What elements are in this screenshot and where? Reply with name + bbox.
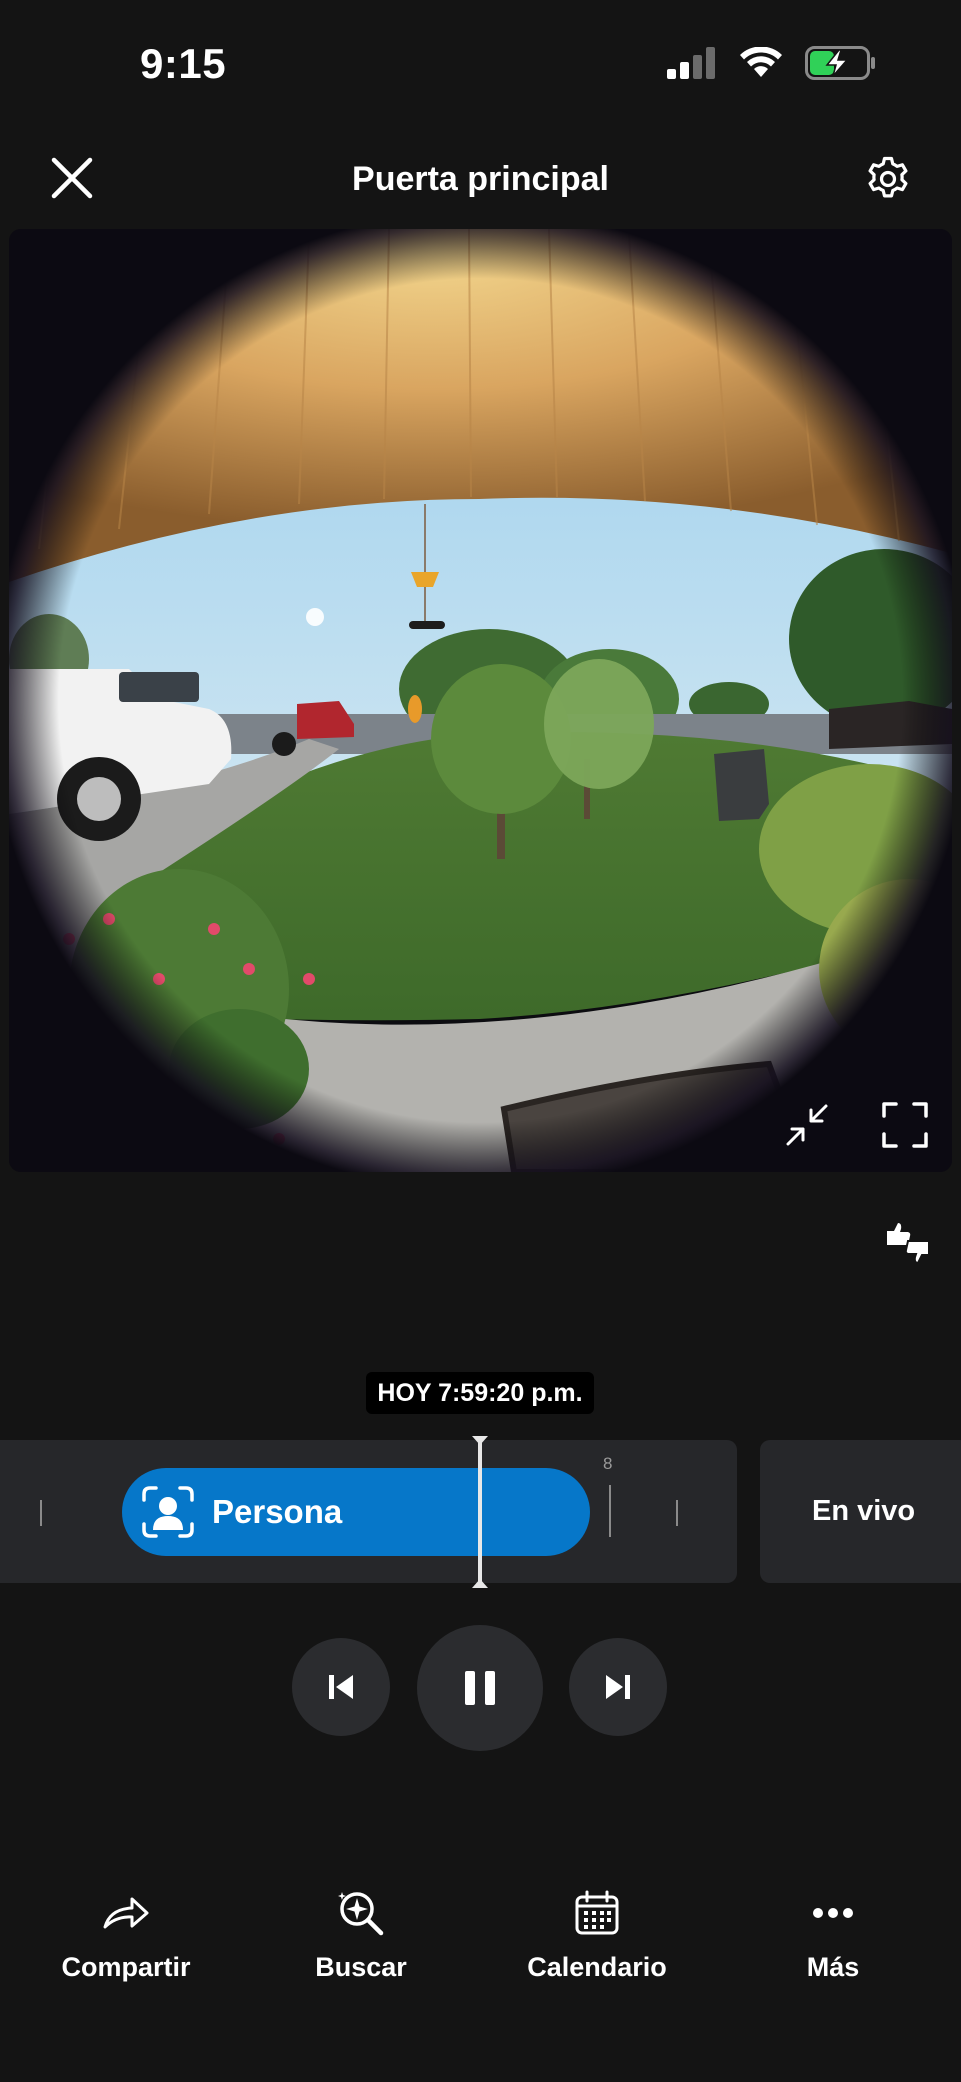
gear-icon [868, 156, 908, 198]
nav-more[interactable]: Más [733, 1888, 933, 1983]
timeline-tick [676, 1500, 678, 1526]
status-time: 9:15 [140, 40, 227, 87]
share-icon [103, 1897, 149, 1929]
minimize-icon [786, 1104, 828, 1146]
nav-share-label: Compartir [61, 1952, 191, 1982]
live-button[interactable]: En vivo [760, 1440, 961, 1583]
event-label: Persona [212, 1493, 343, 1530]
next-icon [606, 1675, 630, 1699]
nav-calendar[interactable]: Calendario [497, 1888, 697, 1983]
event-timeline[interactable]: Persona 8 [0, 1440, 737, 1583]
previous-button[interactable] [292, 1638, 390, 1736]
next-button[interactable] [569, 1638, 667, 1736]
settings-button[interactable] [861, 152, 915, 206]
battery-charging-icon [805, 46, 875, 80]
pause-icon [465, 1671, 495, 1705]
nav-share[interactable]: Compartir [26, 1888, 226, 1983]
cellular-signal-icon [667, 47, 715, 79]
minimize-button[interactable] [779, 1097, 835, 1153]
page-title: Puerta principal [352, 160, 609, 198]
nav-calendar-label: Calendario [527, 1952, 667, 1982]
previous-icon [329, 1675, 353, 1699]
status-icons [667, 46, 877, 80]
event-person[interactable]: Persona [122, 1468, 590, 1556]
nav-search[interactable]: Buscar [261, 1888, 461, 1983]
timeline-playhead[interactable] [478, 1436, 482, 1588]
calendar-icon [575, 1890, 619, 1935]
fullscreen-icon [882, 1102, 928, 1148]
timeline-tick-count: 8 [603, 1454, 613, 1473]
playhead-bottom-marker [472, 1579, 488, 1588]
thumbs-up-down-icon [887, 1223, 930, 1265]
feedback-button[interactable] [880, 1218, 936, 1268]
nav-search-label: Buscar [315, 1952, 407, 1982]
timeline-tick [609, 1485, 611, 1537]
fullscreen-button[interactable] [877, 1097, 933, 1153]
playhead-top-marker [472, 1436, 488, 1445]
more-icon [813, 1908, 853, 1918]
wifi-icon [740, 47, 782, 77]
timeline-timestamp: HOY 7:59:20 p.m. [366, 1372, 594, 1414]
fisheye-camera-image [9, 229, 952, 1172]
person-detection-icon [142, 1486, 194, 1538]
smart-search-icon [338, 1892, 384, 1936]
nav-more-label: Más [806, 1952, 860, 1982]
timeline-tick [40, 1500, 42, 1526]
camera-video-feed[interactable] [9, 229, 952, 1172]
pause-button[interactable] [417, 1625, 543, 1751]
